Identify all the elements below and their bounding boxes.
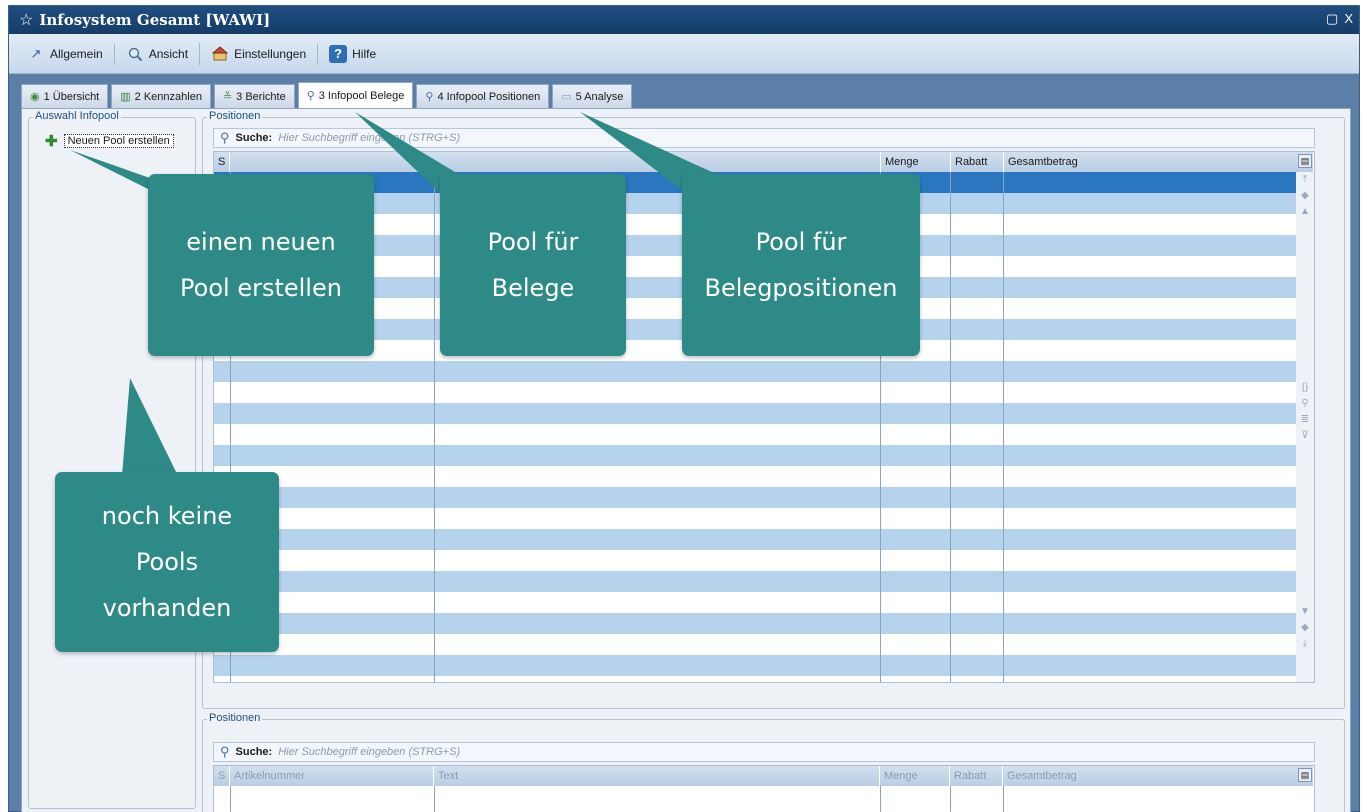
callout-line: einen neuen (186, 228, 336, 256)
callout-line: Pool erstellen (180, 274, 342, 302)
callout-belege: Pool für Belege (440, 174, 626, 356)
callout-no-pools: noch keine Pools vorhanden (55, 472, 279, 652)
callout-line: vorhanden (102, 594, 232, 622)
callout-positionen: Pool für Belegpositionen (682, 174, 920, 356)
callout-line: Belege (491, 274, 575, 302)
callout-line: Pool für (487, 228, 579, 256)
callout-line: Pool für (755, 228, 847, 256)
callout-line: noch keine (101, 502, 233, 530)
callout-line: Belegpositionen (704, 274, 898, 302)
callout-pointers (70, 112, 760, 500)
callout-line: Pools (135, 548, 199, 576)
callout-new-pool: einen neuen Pool erstellen (148, 174, 374, 356)
